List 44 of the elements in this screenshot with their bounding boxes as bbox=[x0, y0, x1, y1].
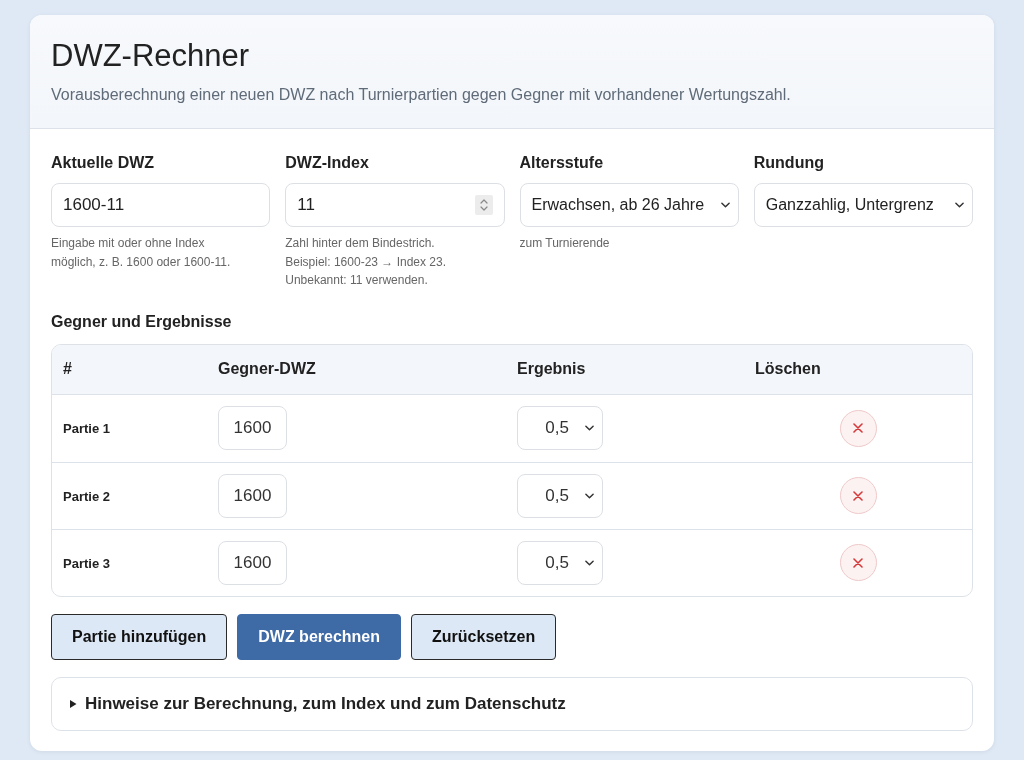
select-field[interactable]: Erwachsen, ab 26 Jahre bbox=[519, 183, 739, 227]
details-summary[interactable]: Hinweise zur Berechnung, zum Index und zum Datenschutz bbox=[85, 690, 566, 717]
number-input[interactable]: 11 bbox=[285, 183, 505, 227]
chevron-down-icon bbox=[955, 202, 964, 208]
column-header: Gegner-DWZ bbox=[218, 360, 316, 377]
cross-icon bbox=[853, 423, 863, 433]
calculate-button[interactable]: DWZ berechnen bbox=[237, 613, 402, 660]
field-label: DWZ-Index bbox=[285, 153, 370, 173]
details-panel[interactable]: Hinweise zur Berechnung, zum Index und zum Datenschutz bbox=[51, 676, 973, 731]
delete-button[interactable] bbox=[839, 409, 877, 447]
result-select[interactable]: 0,5 bbox=[517, 540, 603, 585]
select-field[interactable]: Ganzzahlig, Untergrenz bbox=[753, 183, 973, 227]
field-label: Rundung bbox=[753, 153, 825, 173]
field-hint: zum Turnierende bbox=[519, 235, 611, 252]
cross-icon bbox=[853, 490, 863, 501]
field-hint: Eingabe mit oder ohne Index möglich, z. B. 1600 oder 1600-11. bbox=[51, 235, 232, 271]
chevron-down-icon bbox=[585, 559, 594, 566]
spinner-icon[interactable] bbox=[474, 195, 493, 215]
action-button[interactable]: Zurücksetzen bbox=[411, 613, 557, 660]
chevron-down-icon bbox=[585, 492, 594, 499]
game-label: Partie 2 bbox=[63, 488, 110, 504]
field-label: Altersstufe bbox=[519, 153, 605, 173]
cross-icon bbox=[853, 557, 863, 568]
action-button[interactable]: Partie hinzufügen bbox=[51, 613, 228, 660]
page-title: DWZ-Rechner bbox=[51, 38, 251, 74]
opponent-input[interactable]: 1600 bbox=[218, 473, 287, 518]
page-subtitle: Vorausberechnung einer neuen DWZ nach Turnierpartien gegen Gegner mit vorhandener Wertungszahl. bbox=[51, 85, 792, 105]
result-select[interactable]: 0,5 bbox=[517, 473, 603, 518]
field-label: Aktuelle DWZ bbox=[51, 153, 156, 173]
section-title: Gegner und Ergebnisse bbox=[51, 311, 233, 332]
game-label: Partie 3 bbox=[63, 555, 110, 571]
column-header: # bbox=[63, 360, 72, 377]
result-select[interactable]: 0,5 bbox=[517, 406, 603, 450]
column-header: Löschen bbox=[755, 360, 821, 377]
opponent-input[interactable]: 1600 bbox=[218, 540, 287, 585]
opponent-input[interactable]: 1600 bbox=[218, 406, 287, 450]
text-input[interactable]: 1600-11 bbox=[51, 183, 271, 227]
column-header: Ergebnis bbox=[517, 360, 586, 377]
delete-button[interactable] bbox=[839, 477, 877, 514]
field-hint: Zahl hinter dem Bindestrich. Beispiel: 1600-23 → Index 23. Unbekannt: 11 verwenden. bbox=[285, 235, 448, 289]
game-label: Partie 1 bbox=[63, 421, 110, 436]
chevron-down-icon bbox=[720, 202, 730, 208]
delete-button[interactable] bbox=[839, 544, 877, 581]
chevron-down-icon bbox=[585, 425, 594, 431]
